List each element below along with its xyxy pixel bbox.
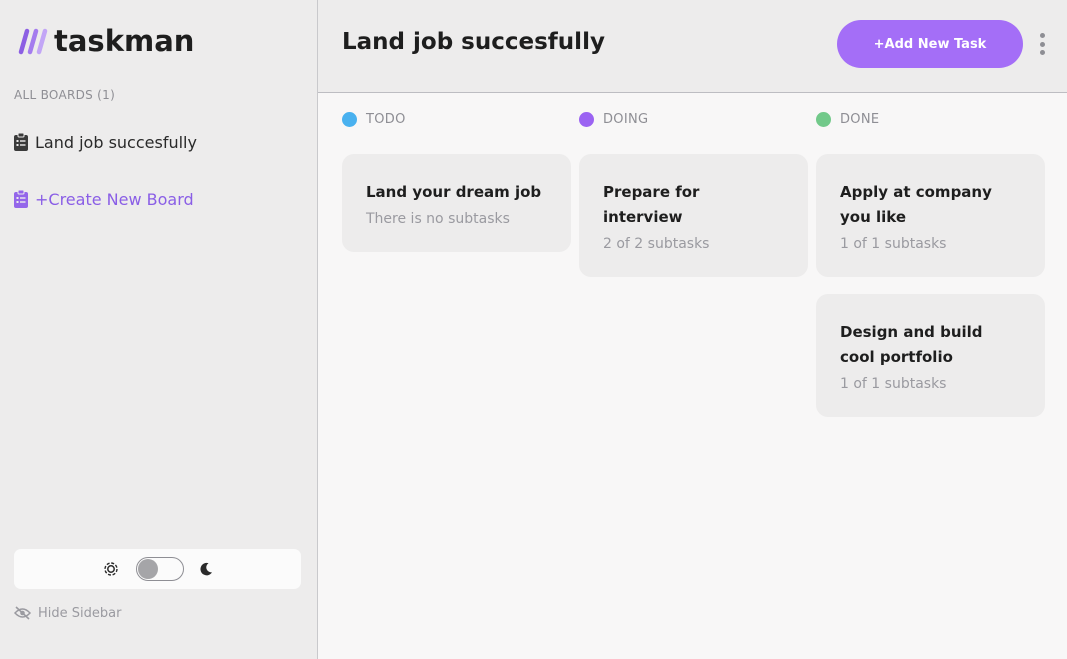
logo: taskman <box>18 24 194 58</box>
column-header: DONE <box>816 108 1045 130</box>
task-title: Apply at company you like <box>840 183 992 226</box>
eye-slash-icon <box>14 606 31 620</box>
theme-switch[interactable] <box>135 557 184 581</box>
board-icon <box>14 133 28 151</box>
column-name: TODO <box>366 111 406 127</box>
hide-sidebar-button[interactable]: Hide Sidebar <box>14 604 121 622</box>
all-boards-heading: ALL BOARDS (1) <box>14 88 116 102</box>
task-title: Design and build cool portfolio <box>840 323 983 366</box>
column-todo: TODO Land your dream job There is no sub… <box>342 108 571 269</box>
task-card[interactable]: Prepare for interview 2 of 2 subtasks <box>579 154 808 277</box>
sidebar-item-board[interactable]: Land job succesfully <box>14 130 197 154</box>
app-name: taskman <box>54 24 195 58</box>
sidebar: taskman ALL BOARDS (1) Land job succesfu… <box>0 0 318 659</box>
task-subtasks: 1 of 1 subtasks <box>840 376 947 392</box>
more-vertical-icon[interactable] <box>1037 33 1047 55</box>
task-subtasks: There is no subtasks <box>366 211 510 227</box>
status-dot <box>816 111 831 127</box>
column-name: DOING <box>603 111 649 127</box>
sidebar-item-label: Land job succesfully <box>35 132 197 152</box>
column-done: DONE Apply at company you like 1 of 1 su… <box>816 108 1045 434</box>
task-card[interactable]: Land your dream job There is no subtasks <box>342 154 571 252</box>
logo-icon <box>18 28 48 55</box>
sun-icon <box>103 562 118 576</box>
page-title: Land job succesfully <box>342 29 605 55</box>
theme-toggle-panel <box>14 549 301 589</box>
task-subtasks: 2 of 2 subtasks <box>603 236 710 252</box>
column-header: TODO <box>342 108 571 130</box>
status-dot <box>342 111 357 127</box>
column-name: DONE <box>840 111 880 127</box>
column-header: DOING <box>579 108 808 130</box>
kebab-dot <box>1039 50 1045 55</box>
create-board-label: +Create New Board <box>35 189 194 209</box>
task-title: Land your dream job <box>366 183 542 201</box>
kebab-dot <box>1039 41 1045 47</box>
theme-switch-knob <box>137 559 158 579</box>
task-title: Prepare for interview <box>603 183 700 226</box>
create-board-button[interactable]: +Create New Board <box>14 187 194 211</box>
column-doing: DOING Prepare for interview 2 of 2 subta… <box>579 108 808 294</box>
task-card[interactable]: Apply at company you like 1 of 1 subtask… <box>816 154 1045 277</box>
add-new-task-button[interactable]: +Add New Task <box>837 20 1023 68</box>
moon-icon <box>199 562 212 576</box>
kebab-dot <box>1039 33 1045 38</box>
status-dot <box>579 111 594 127</box>
task-card[interactable]: Design and build cool portfolio 1 of 1 s… <box>816 294 1045 417</box>
hide-sidebar-label: Hide Sidebar <box>38 605 122 621</box>
header: Land job succesfully +Add New Task <box>318 0 1067 93</box>
board-icon <box>14 190 28 208</box>
task-subtasks: 1 of 1 subtasks <box>840 236 947 252</box>
